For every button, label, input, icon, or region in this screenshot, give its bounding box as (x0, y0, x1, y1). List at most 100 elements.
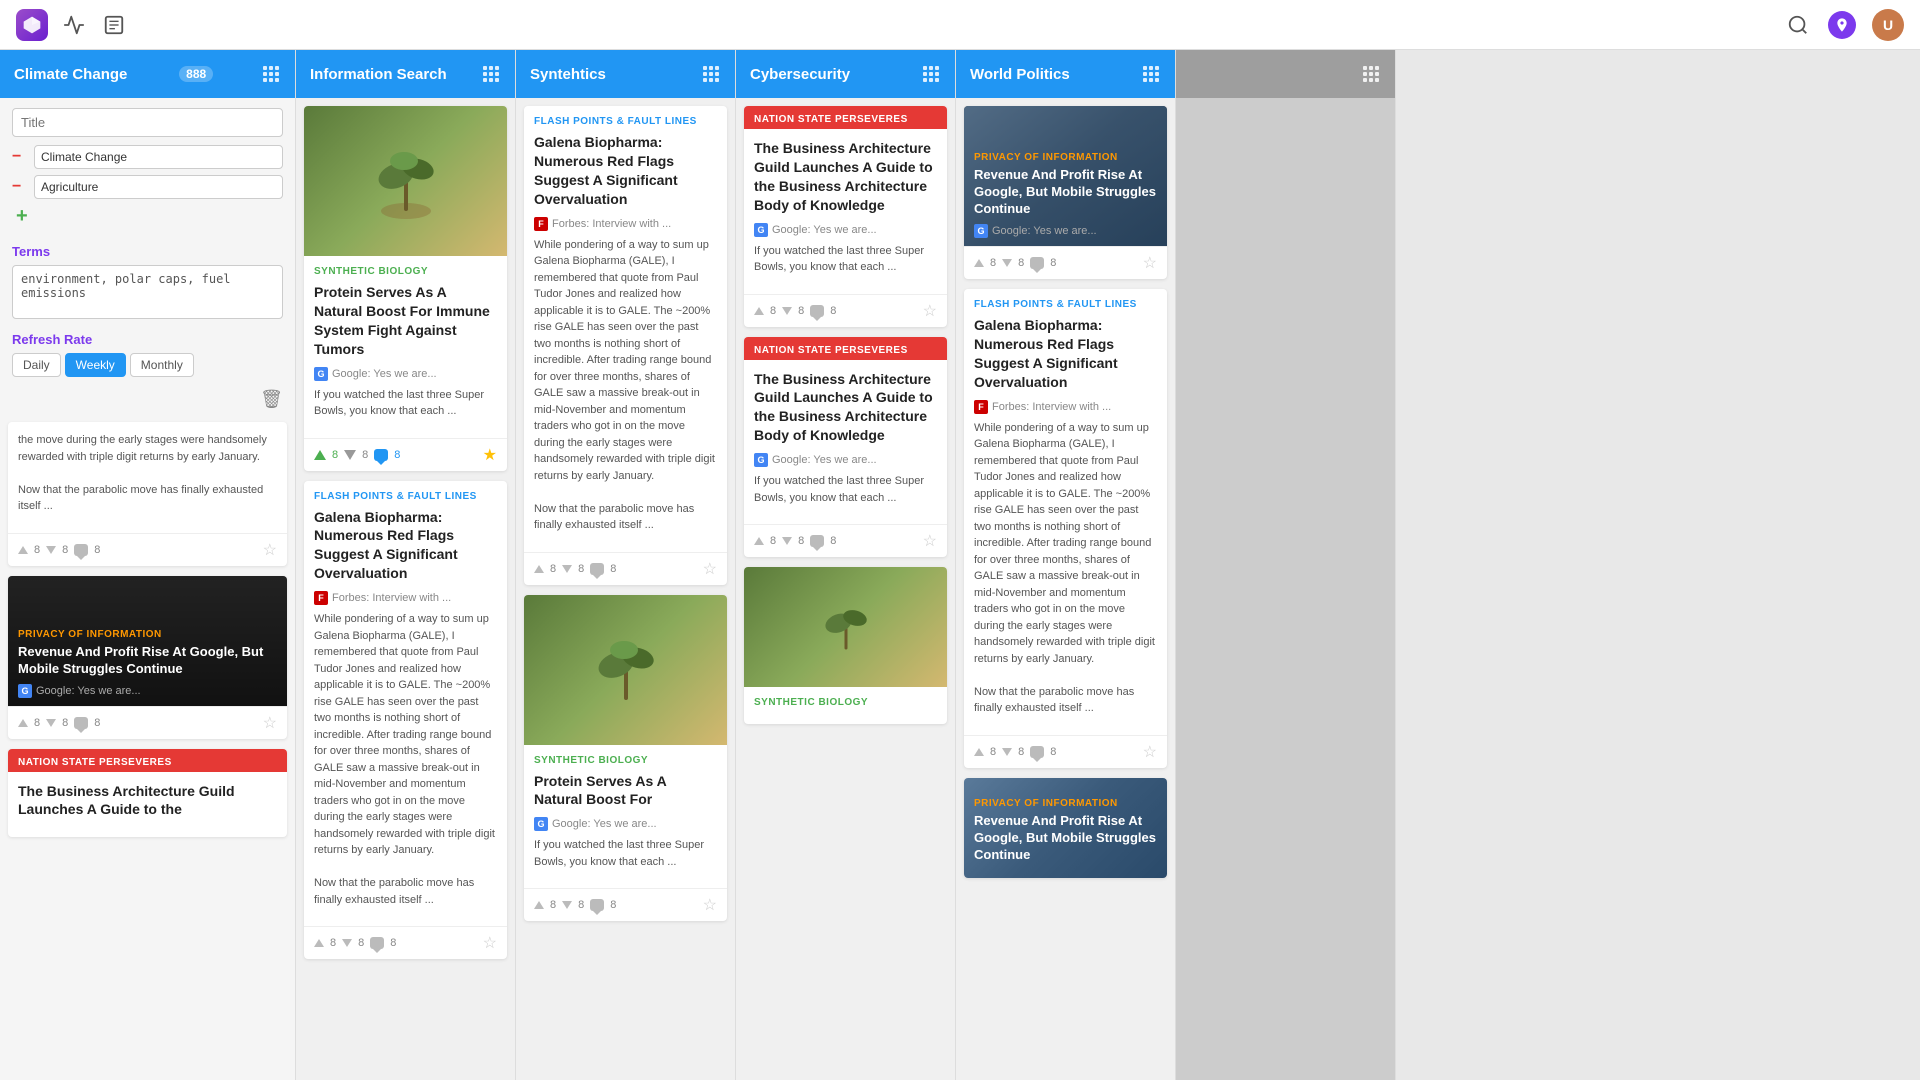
star-button[interactable]: ☆ (923, 531, 937, 551)
card-title-wp-1: Revenue And Profit Rise At Google, But M… (974, 167, 1157, 218)
app-logo[interactable] (16, 9, 48, 41)
star-button[interactable]: ☆ (1143, 742, 1157, 762)
star-button[interactable]: ☆ (703, 895, 717, 915)
card-galena-wp: FLASH POINTS & FAULT LINES Galena Biopha… (964, 289, 1167, 768)
vote-down-count: 8 (578, 899, 584, 911)
star-button[interactable]: ☆ (263, 540, 277, 560)
card-category-overlay-1: PRIVACY OF INFORMATION (18, 629, 277, 640)
refresh-monthly[interactable]: Monthly (130, 353, 194, 377)
card-title-overlay-1: Revenue And Profit Rise At Google, But M… (18, 644, 277, 678)
filter-select-1[interactable]: Climate Change (34, 145, 283, 169)
terms-textarea[interactable]: environment, polar caps, fuel emissions (12, 265, 283, 319)
card-excerpt-protein-1: If you watched the last three Super Bowl… (314, 387, 497, 420)
vote-down-icon (562, 565, 572, 573)
vote-up-count: 8 (34, 717, 40, 729)
card-category-protein-1: SYNTHETIC BIOLOGY (314, 266, 497, 277)
column-settings-empty[interactable] (1361, 64, 1381, 84)
card-title-galena-synth: Galena Biopharma: Numerous Red Flags Sug… (534, 133, 717, 209)
refresh-daily[interactable]: Daily (12, 353, 61, 377)
column-settings-cybersecurity[interactable] (921, 64, 941, 84)
card-actions-galena-info: 8 8 8 ☆ (304, 926, 507, 959)
column-title-syntehtics: Syntehtics (530, 66, 606, 83)
card-protein-synth: SYNTHETIC BIOLOGY Protein Serves As A Na… (524, 595, 727, 922)
column-header-climate-change: Climate Change 888 (0, 50, 295, 98)
vote-down-icon (562, 901, 572, 909)
comment-count: 8 (1050, 746, 1056, 758)
filter-remove-1[interactable]: − (12, 148, 28, 166)
card-excerpt-galena-synth: While pondering of a way to sum up Galen… (534, 237, 717, 534)
column-settings-world-politics[interactable] (1141, 64, 1161, 84)
search-button[interactable] (1784, 11, 1812, 39)
card-revenue-wp-1: PRIVACY OF INFORMATION Revenue And Profi… (964, 106, 1167, 279)
filter-remove-2[interactable]: − (12, 178, 28, 196)
refresh-weekly[interactable]: Weekly (65, 353, 126, 377)
card-ba-guild-2: NATION STATE PERSEVERES The Business Arc… (744, 337, 947, 558)
google-icon-wp-1: G (974, 224, 988, 238)
filter-select-2[interactable]: Agriculture (34, 175, 283, 199)
column-title-world-politics: World Politics (970, 66, 1070, 83)
vote-down-count: 8 (1018, 746, 1024, 758)
card-body-protein-synth: SYNTHETIC BIOLOGY Protein Serves As A Na… (524, 745, 727, 889)
title-input[interactable] (12, 108, 283, 137)
refresh-section: Refresh Rate Daily Weekly Monthly (0, 332, 295, 385)
card-source-galena-synth: F Forbes: Interview with ... (534, 217, 717, 231)
vote-up-count: 8 (550, 563, 556, 575)
comment-icon (1030, 257, 1044, 269)
filter-add-button[interactable]: + (12, 205, 28, 228)
nation-banner-cyber-1: NATION STATE PERSEVERES (744, 110, 947, 129)
column-settings-syntehtics[interactable] (701, 64, 721, 84)
filter-row-2: − Agriculture (12, 175, 283, 199)
column-scroll-info-search[interactable]: SYNTHETIC BIOLOGY Protein Serves As A Na… (296, 98, 515, 1080)
comment-count: 8 (1050, 257, 1056, 269)
vote-down-count: 8 (1018, 257, 1024, 269)
card-title-wp-2: Revenue And Profit Rise At Google, But M… (974, 813, 1157, 864)
delete-button[interactable]: 🗑 (260, 389, 283, 410)
card-actions-ba-1: 8 8 8 ☆ (744, 294, 947, 327)
comment-count: 8 (394, 449, 400, 461)
card-actions-protein-1: 8 8 8 ★ (304, 438, 507, 471)
card-image-protein-synth (524, 595, 727, 745)
star-button[interactable]: ★ (483, 445, 497, 465)
vote-down-icon (46, 546, 56, 554)
comment-count: 8 (830, 305, 836, 317)
card-source-text-1: Google: Yes we are... (36, 685, 141, 697)
terms-label: Terms (12, 244, 283, 259)
column-scroll-climate-change[interactable]: the move during the early stages were ha… (0, 414, 295, 1080)
vote-up-icon (754, 537, 764, 545)
star-button[interactable]: ☆ (483, 933, 497, 953)
card-actions-galena-wp: 8 8 8 ☆ (964, 735, 1167, 768)
column-scroll-cybersecurity[interactable]: NATION STATE PERSEVERES The Business Arc… (736, 98, 955, 1080)
column-cybersecurity: Cybersecurity NATION STATE PERSEVERES Th… (736, 50, 956, 1080)
gem-icon (22, 15, 42, 35)
stats-icon[interactable] (60, 11, 88, 39)
column-scroll-syntehtics[interactable]: FLASH POINTS & FAULT LINES Galena Biopha… (516, 98, 735, 1080)
column-settings-info-search[interactable] (481, 64, 501, 84)
comment-icon (590, 563, 604, 575)
column-settings-climate-change[interactable] (261, 64, 281, 84)
card-actions-ba-2: 8 8 8 ☆ (744, 524, 947, 557)
location-pin-button[interactable] (1828, 11, 1856, 39)
newspaper-icon[interactable] (100, 11, 128, 39)
card-actions-revenue-1: 8 8 8 ☆ (8, 706, 287, 739)
vote-up-count: 8 (990, 257, 996, 269)
card-excerpt-ba-1: If you watched the last three Super Bowl… (754, 243, 937, 276)
search-icon-svg (1787, 14, 1809, 36)
card-body-protein-1: SYNTHETIC BIOLOGY Protein Serves As A Na… (304, 256, 507, 438)
star-button[interactable]: ☆ (263, 713, 277, 733)
star-button[interactable]: ☆ (923, 301, 937, 321)
terms-section: Terms environment, polar caps, fuel emis… (0, 244, 295, 332)
user-avatar[interactable]: U (1872, 9, 1904, 41)
card-body-excerpt: the move during the early stages were ha… (8, 422, 287, 533)
vote-down-icon (782, 537, 792, 545)
vote-down-count: 8 (62, 544, 68, 556)
card-category-wp-1: PRIVACY OF INFORMATION (974, 152, 1157, 163)
star-button[interactable]: ☆ (1143, 253, 1157, 273)
refresh-label: Refresh Rate (12, 332, 283, 347)
vote-up-count: 8 (332, 449, 338, 461)
comment-count: 8 (94, 544, 100, 556)
vote-down-icon (46, 719, 56, 727)
star-button[interactable]: ☆ (703, 559, 717, 579)
card-excerpt-ba-2: If you watched the last three Super Bowl… (754, 473, 937, 506)
column-scroll-world-politics[interactable]: PRIVACY OF INFORMATION Revenue And Profi… (956, 98, 1175, 1080)
card-actions-galena-synth: 8 8 8 ☆ (524, 552, 727, 585)
